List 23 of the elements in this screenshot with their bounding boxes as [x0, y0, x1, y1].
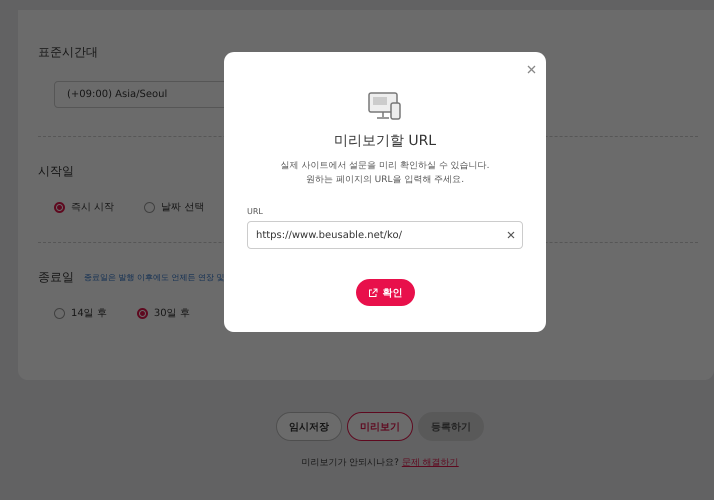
action-button[interactable]: 임시저장: [276, 412, 342, 441]
help-text: 미리보기가 안되시나요? 문제 해결하기: [300, 457, 460, 469]
dialog-title: 미리보기할 URL: [334, 132, 436, 150]
section-title: 종료일: [38, 269, 74, 286]
confirm-button[interactable]: 확인: [356, 279, 414, 306]
troubleshoot-link[interactable]: 문제 해결하기: [402, 458, 459, 468]
url-field[interactable]: https://www.beusable.net/ko/: [247, 221, 523, 249]
monitor-and-phone-icon: [368, 92, 402, 122]
radio-option[interactable]: 30일 후: [136, 306, 190, 320]
external-link-icon: [368, 288, 378, 298]
hint-text: 종료일은 발행 이후에도 언제든 연장 및: [84, 272, 225, 283]
action-button[interactable]: 미리보기: [347, 412, 413, 441]
radio-option[interactable]: 14일 후: [54, 306, 107, 320]
clear-button[interactable]: [507, 231, 515, 239]
radio-option[interactable]: 즉시 시작: [54, 200, 114, 214]
section-title: 표준시간대: [38, 44, 98, 61]
clear-icon: [507, 231, 515, 239]
section-title: 시작일: [38, 163, 74, 180]
close-icon: [527, 65, 536, 74]
dialog-description: 실제 사이트에서 설문을 미리 확인하실 수 있습니다.: [280, 160, 490, 173]
radio-option[interactable]: 날짜 선택: [144, 200, 204, 214]
field-label: URL: [247, 207, 263, 216]
dialog-description: 원하는 페이지의 URL을 입력해 주세요.: [304, 174, 466, 187]
